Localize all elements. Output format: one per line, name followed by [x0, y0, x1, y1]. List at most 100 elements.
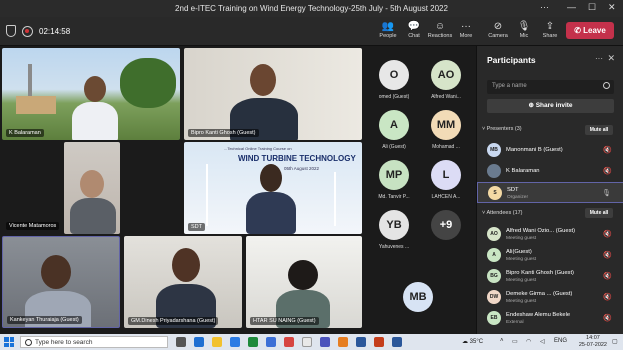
mic-button[interactable]: 🎙 Mic: [511, 21, 537, 39]
person-body: [70, 198, 116, 234]
participant-name: K Balaraman: [6, 129, 44, 137]
share-button[interactable]: ⇪ Share: [537, 21, 563, 39]
more-options-icon[interactable]: ···: [595, 54, 603, 63]
gallery-participant[interactable]: MM Mohamad ...: [422, 110, 470, 150]
avatar: EB: [487, 311, 501, 325]
participant-row[interactable]: BG Bipro Kanti Ghosh (Guest) Meeting gue…: [477, 266, 623, 287]
minimize-icon[interactable]: —: [567, 2, 576, 12]
slide-subtitle: ...Technical Online Training Course on: [224, 146, 292, 151]
participant-row[interactable]: MB Manonmani B (Guest) 🔇: [477, 140, 623, 161]
video-tile[interactable]: [64, 142, 120, 234]
avatar: S: [488, 186, 502, 200]
participant-row[interactable]: DW Demeke Girma ... (Guest) Meeting gues…: [477, 287, 623, 308]
word-icon[interactable]: [356, 337, 366, 347]
building: [16, 96, 56, 114]
battery-icon[interactable]: ▭: [512, 338, 518, 345]
maximize-icon[interactable]: ☐: [588, 2, 596, 13]
mic-icon: 🎙: [602, 190, 611, 197]
participant-search-input[interactable]: Type a name: [487, 80, 614, 94]
reactions-button[interactable]: ☺ Reactions: [427, 21, 453, 39]
video-tile[interactable]: GM.Dinesh Priyadarshana (Guest): [124, 236, 242, 328]
close-icon[interactable]: ✕: [608, 2, 616, 13]
notification-icon[interactable]: ▢: [612, 338, 618, 345]
language-indicator[interactable]: ENG: [554, 338, 567, 344]
people-button[interactable]: 👥 People: [375, 21, 401, 39]
gallery-participant[interactable]: AO Alfred Wani...: [422, 60, 470, 100]
participant-name: Vicente Matamoros: [6, 222, 60, 230]
participant-row[interactable]: K Balaraman 🔇: [477, 161, 623, 182]
mute-all-presenters-button[interactable]: Mute all: [585, 125, 613, 135]
turbine-icon: [334, 172, 336, 226]
mute-all-attendees-button[interactable]: Mute all: [585, 208, 613, 218]
reactions-icon: ☺: [434, 21, 446, 32]
gallery-participant[interactable]: YB Yahuvenes ...: [370, 210, 418, 250]
video-stage: K Balaraman Bipro Kanti Ghosh (Guest) Vi…: [0, 46, 476, 334]
app-icon[interactable]: [230, 337, 240, 347]
leave-button[interactable]: ✆ Leave: [566, 22, 614, 39]
person-head: [41, 255, 71, 289]
participant-row[interactable]: EB Endeshaw Alemu Bekele External 🔇: [477, 308, 623, 329]
video-tile[interactable]: ...Technical Online Training Course on W…: [184, 142, 362, 234]
avatar: BG: [487, 269, 501, 283]
more-button[interactable]: ··· More: [453, 21, 479, 39]
file-explorer-icon[interactable]: [212, 337, 222, 347]
meeting-toolbar: 02:14:58 👥 People 💬 Chat ☺ Reactions ··· Mor…: [0, 17, 623, 46]
participant-row[interactable]: AO Alfred Wani Ozio... (Guest) Meeting g…: [477, 224, 623, 245]
video-tile[interactable]: Kankeyan Thuraiaja (Guest): [2, 236, 120, 328]
app-icon[interactable]: [248, 337, 258, 347]
participant-name: SDT: [188, 223, 205, 231]
title-bar: 2nd e-ITEC Training on Wind Energy Techn…: [0, 0, 623, 17]
gallery-participant[interactable]: A Ali (Guest): [370, 110, 418, 150]
participant-row[interactable]: A Ali(Guest) Meeting guest 🔇: [477, 245, 623, 266]
participant-gallery: Oomed (Guest) AO Alfred Wani... A Ali (Gue…: [364, 46, 476, 334]
meeting-timer: 02:14:58: [39, 26, 71, 36]
word-icon[interactable]: [392, 337, 402, 347]
search-icon: [603, 82, 610, 89]
powerpoint-icon[interactable]: [374, 337, 384, 347]
gallery-participant[interactable]: MB: [394, 282, 442, 312]
teams-icon[interactable]: [320, 337, 330, 347]
close-panel-icon[interactable]: ✕: [607, 53, 615, 64]
overflow-count: +9: [431, 210, 461, 240]
volume-icon[interactable]: ◁: [540, 338, 545, 345]
avatar: MM: [431, 110, 461, 140]
video-tile[interactable]: Bipro Kanti Ghosh (Guest): [184, 48, 362, 140]
slide-date: 05th August 2022: [284, 166, 320, 171]
chat-button[interactable]: 💬 Chat: [401, 21, 427, 39]
vlc-icon[interactable]: [338, 337, 348, 347]
task-view-icon[interactable]: [176, 337, 186, 347]
phone-icon: ✆: [574, 26, 584, 35]
mic-off-icon: 🔇: [603, 315, 612, 322]
ellipsis-icon[interactable]: ···: [540, 2, 549, 12]
person-body: [246, 192, 296, 234]
video-tile[interactable]: K Balaraman: [2, 48, 180, 140]
person-head: [288, 260, 318, 290]
gallery-participant[interactable]: L LAHCEN A...: [422, 160, 470, 200]
gallery-participant[interactable]: MP Md. Tanvir P...: [370, 160, 418, 200]
attendees-header[interactable]: ˅ Attendees (17): [482, 210, 523, 216]
edge-icon[interactable]: [194, 337, 204, 347]
people-icon: 👥: [381, 21, 395, 32]
more-icon: ···: [461, 21, 471, 32]
chrome-icon[interactable]: [302, 337, 312, 347]
app-icon[interactable]: [266, 337, 276, 347]
windows-start-icon[interactable]: [4, 337, 14, 347]
share-icon: ⇪: [545, 21, 555, 32]
participants-panel: Participants ··· ✕ Type a name ⊕ Share i…: [476, 46, 623, 334]
taskbar-search-input[interactable]: Type here to search: [20, 336, 168, 348]
more-participants-button[interactable]: +9: [422, 210, 470, 240]
taskbar-clock[interactable]: 14:07 25-07-2022: [579, 335, 607, 349]
participant-row[interactable]: S SDT Organizer 🎙: [477, 182, 623, 203]
app-icon[interactable]: [284, 337, 294, 347]
person-head: [250, 64, 276, 96]
camera-button[interactable]: ⊘ Camera: [485, 21, 511, 39]
gallery-participant[interactable]: Oomed (Guest): [370, 60, 418, 100]
person-head: [172, 248, 200, 282]
avatar: L: [431, 160, 461, 190]
video-tile[interactable]: HTAR SU NAING (Guest): [246, 236, 362, 328]
presenters-header[interactable]: ˅ Presenters (3): [482, 126, 522, 132]
tray-chevron-icon[interactable]: ˄: [500, 338, 504, 344]
wifi-icon[interactable]: ◠: [526, 338, 531, 345]
weather-icon[interactable]: ☁ 35°C: [462, 338, 483, 345]
share-invite-button[interactable]: ⊕ Share invite: [487, 99, 614, 113]
